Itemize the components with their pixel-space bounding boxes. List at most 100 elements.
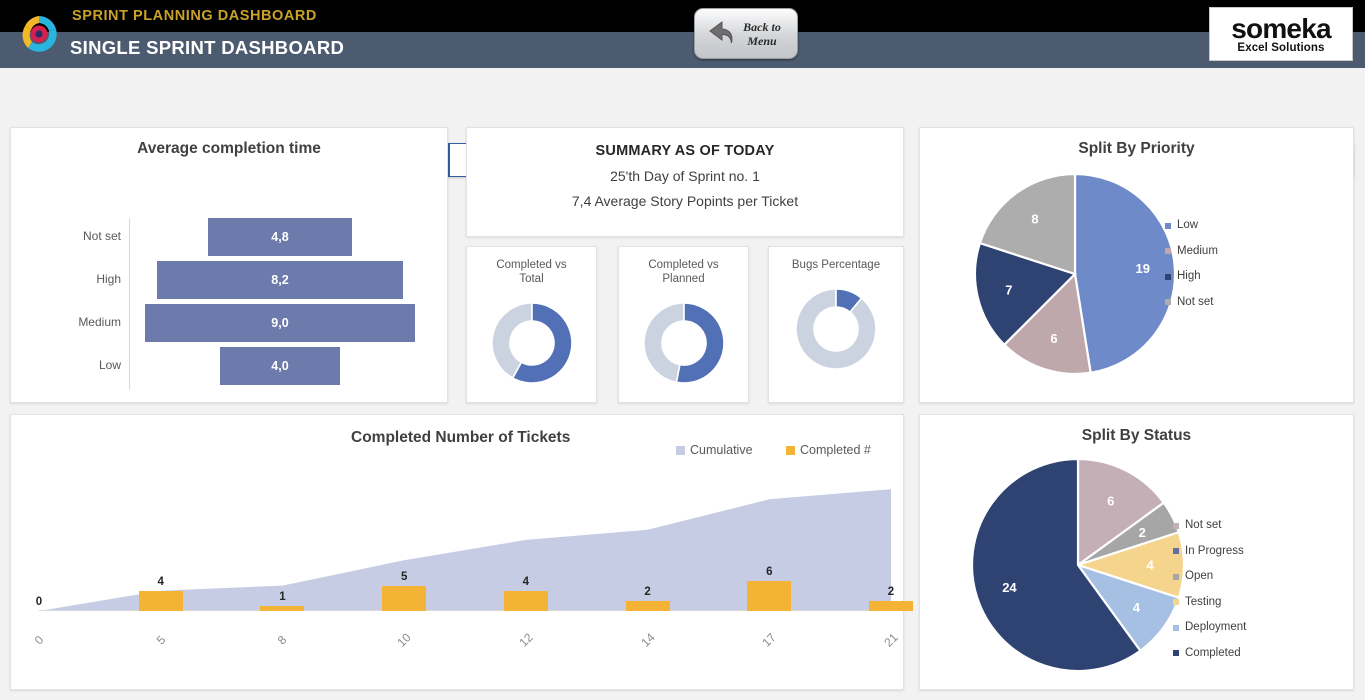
legend-label: Deployment — [1185, 621, 1247, 633]
summary-line-day: 25'th Day of Sprint no. 1 — [610, 168, 760, 184]
legend-item: Low — [1165, 213, 1218, 239]
svg-text:7: 7 — [1005, 282, 1012, 297]
svg-text:2: 2 — [1139, 525, 1146, 540]
legend-label: High — [1177, 270, 1201, 282]
tickets-x-axis-label: 21 — [881, 630, 901, 650]
donut-2-title-line2: Planned — [662, 273, 705, 285]
legend-swatch-completed — [786, 445, 795, 455]
chart-split-by-priority: 19 6 7 8 Low Medium High Not set — [920, 158, 1353, 384]
legend-swatch-icon — [1173, 522, 1179, 529]
tickets-bar-value: 0 — [35, 596, 43, 608]
tickets-bar-value: 4 — [157, 575, 164, 588]
legend-swatch-icon — [1173, 650, 1179, 657]
tickets-x-axis-label: 10 — [394, 630, 414, 650]
tickets-x-axis-label: 0 — [31, 632, 47, 648]
donut-1-title-line1: Completed vs — [496, 259, 567, 271]
tickets-bar — [138, 590, 183, 611]
legend-swatch-icon — [1165, 273, 1171, 280]
legend-label-cumulative: Cumulative — [690, 443, 753, 457]
legend-item: Not set — [1165, 290, 1218, 316]
legend-item-completed: Completed # — [786, 443, 871, 457]
tickets-bar-value: 1 — [279, 590, 286, 603]
app-kicker-title: SPRINT PLANNING DASHBOARD — [72, 8, 317, 24]
legend-swatch-icon — [1165, 222, 1171, 229]
legend-item-cumulative: Cumulative — [676, 443, 753, 457]
tickets-bar-value: 2 — [887, 585, 895, 598]
bar-row: Not set 4,8 — [11, 218, 447, 256]
svg-text:19: 19 — [1136, 261, 1150, 276]
legend-split-by-status: Not set In Progress Open Testing Deployment C… — [1173, 513, 1246, 666]
panel-completed-vs-planned: Completed vs Planned — [618, 246, 749, 403]
donut-2-graphic — [619, 294, 748, 392]
tickets-x-axis-label: 5 — [153, 632, 169, 648]
legend-label: Open — [1185, 570, 1214, 582]
legend-label-completed: Completed # — [800, 443, 871, 457]
tickets-x-axis-label: 14 — [637, 630, 658, 650]
app-header: SPRINT PLANNING DASHBOARD SINGLE SPRINT … — [0, 0, 1365, 68]
back-label-line1: Back to — [743, 19, 781, 34]
donut-title-completed-vs-total: Completed vs Total — [467, 258, 596, 286]
donut-1-title-line2: Total — [519, 273, 544, 285]
legend-swatch-icon — [1165, 248, 1171, 255]
donut-2-title-line1: Completed vs — [648, 259, 719, 271]
panel-split-by-priority: Split By Priority 19 6 7 8 Low Medium High Not… — [919, 127, 1354, 403]
back-button-label: Back to Menu — [736, 20, 788, 48]
bar-row: Medium 9,0 — [11, 304, 447, 342]
legend-swatch-icon — [1173, 573, 1179, 580]
panel-average-completion-time: Average completion time Not set 4,8 High 8,… — [10, 127, 448, 403]
legend-item: Deployment — [1173, 615, 1246, 641]
chart-split-by-status: 6 2 4 4 24 Not set In Progress Open Testing Depl… — [920, 445, 1353, 673]
panel-summary: SUMMARY AS OF TODAY 25'th Day of Sprint … — [466, 127, 904, 237]
page-title: SINGLE SPRINT DASHBOARD — [70, 37, 345, 58]
donut-title-bugs-percentage: Bugs Percentage — [769, 258, 903, 272]
tickets-bar — [625, 600, 670, 611]
svg-text:6: 6 — [1050, 331, 1057, 346]
chart-title-completed-tickets: Completed Number of Tickets — [351, 429, 571, 446]
legend-label: In Progress — [1185, 544, 1244, 557]
panel-bugs-percentage: Bugs Percentage — [768, 246, 904, 403]
svg-text:4: 4 — [1146, 558, 1154, 573]
bar-value: 4,8 — [208, 218, 352, 256]
legend-label: Not set — [1185, 519, 1222, 531]
svg-text:4: 4 — [1133, 600, 1141, 615]
tickets-bar — [747, 580, 792, 611]
back-to-menu-button[interactable]: Back to Menu — [694, 8, 798, 59]
tickets-bar-value: 4 — [522, 575, 530, 588]
legend-label: Testing — [1185, 595, 1222, 608]
bar-category-label: High — [96, 272, 121, 286]
chart-title-average-completion: Average completion time — [137, 140, 321, 157]
someka-brand: someka — [1231, 12, 1331, 44]
donut-1-graphic — [467, 294, 596, 392]
bar-category-label: Medium — [78, 315, 121, 329]
back-label-line2: Menu — [747, 33, 777, 48]
tickets-x-axis-label: 17 — [759, 630, 779, 650]
bar-value: 9,0 — [145, 304, 415, 342]
legend-item: Testing — [1173, 590, 1246, 616]
svg-text:8: 8 — [1031, 211, 1038, 226]
legend-swatch-icon — [1173, 624, 1179, 631]
legend-item: High — [1165, 264, 1218, 290]
legend-item: Completed — [1173, 641, 1246, 667]
someka-tagline: Excel Solutions — [1237, 41, 1325, 54]
bar-category-label: Low — [98, 358, 121, 372]
summary-title: SUMMARY AS OF TODAY — [595, 143, 775, 159]
panel-split-by-status: Split By Status 6 2 4 4 24 Not set In Progres… — [919, 414, 1354, 690]
tickets-bar — [503, 590, 548, 611]
someka-logo: someka Excel Solutions — [1209, 7, 1353, 61]
legend-item: In Progress — [1173, 539, 1246, 565]
tickets-bar-value: 6 — [766, 565, 773, 578]
tickets-bar-value: 2 — [644, 585, 651, 598]
filter-bar: SPRINT NO 1 TICKET TYPE All PLAN All SHO… — [0, 68, 1365, 177]
svg-text:6: 6 — [1107, 493, 1114, 508]
legend-split-by-priority: Low Medium High Not set — [1165, 213, 1218, 315]
chart-completed-tickets-plot: 0 0 4 5 1 8 5 10 4 12 2 14 6 17 2 21 — [32, 473, 913, 653]
svg-text:24: 24 — [1002, 580, 1017, 595]
tickets-bar — [382, 585, 427, 611]
bar-row: Low 4,0 — [11, 347, 447, 385]
legend-swatch-cumulative — [676, 445, 685, 455]
donut-title-completed-vs-planned: Completed vs Planned — [619, 258, 748, 286]
legend-label: Medium — [1177, 244, 1218, 257]
legend-item: Open — [1173, 564, 1246, 590]
bar-row: High 8,2 — [11, 261, 447, 299]
bar-value: 8,2 — [157, 261, 403, 299]
